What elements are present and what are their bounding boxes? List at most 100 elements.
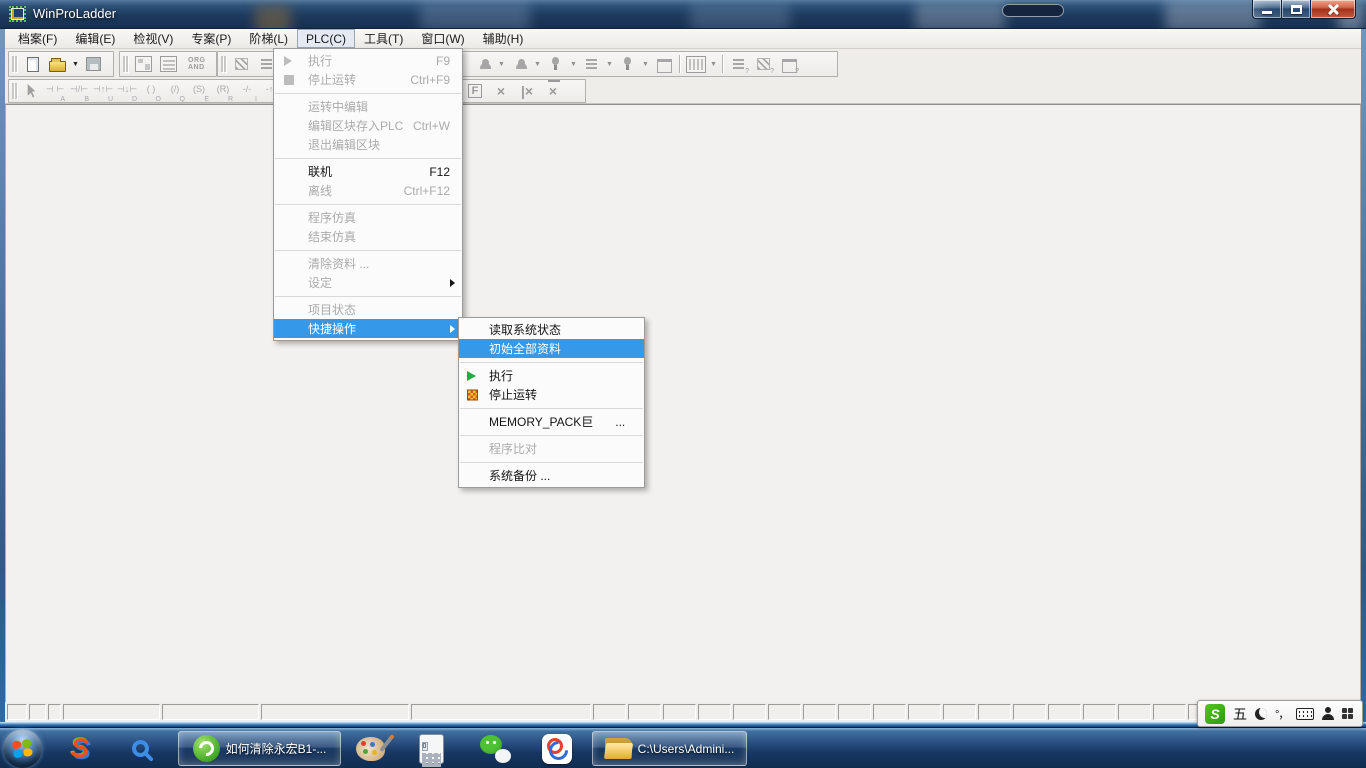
caret-down-icon[interactable]: ▼	[496, 61, 507, 68]
open-file-button[interactable]	[45, 53, 70, 75]
select-cursor-icon[interactable]	[26, 84, 37, 98]
contact-u-tool[interactable]: ⊣↑⊢U	[91, 81, 115, 101]
ime-account-icon[interactable]	[1322, 707, 1334, 720]
help-grid-button[interactable]: ?	[751, 53, 776, 75]
coil-reset-tool[interactable]: (R)R	[211, 81, 235, 101]
contact-b-tool[interactable]: ⊣/⊢B	[67, 81, 91, 101]
io-swap-button[interactable]	[229, 53, 254, 75]
menu-window[interactable]: 窗口(W)	[412, 29, 473, 48]
grid-view-button[interactable]	[156, 53, 181, 75]
delete-row-icon[interactable]: |×	[516, 81, 538, 101]
menu-project[interactable]: 专案(P)	[182, 29, 240, 48]
list-monitor-button[interactable]	[579, 53, 604, 75]
minimize-button[interactable]	[1252, 0, 1282, 19]
netdisk-icon	[542, 734, 572, 764]
menu-help[interactable]: 辅助(H)	[474, 29, 533, 48]
close-button[interactable]	[1310, 0, 1356, 19]
menu-item-quick-operations[interactable]: 快捷操作	[274, 319, 462, 338]
menu-file[interactable]: 档案(F)	[9, 29, 66, 48]
menu-item-simulation[interactable]: 程序仿真	[274, 208, 462, 227]
caret-down-icon[interactable]: ▼	[70, 61, 81, 68]
sogou-launcher-icon[interactable]: S	[60, 731, 100, 766]
window-controls	[1252, 0, 1356, 19]
winproladder-app-icon[interactable]	[9, 6, 26, 22]
submenu-item-memory-pack[interactable]: MEMORY_PACK巨...	[459, 412, 644, 431]
toolbar-grip[interactable]	[12, 56, 14, 72]
paint-launcher-icon[interactable]	[349, 731, 391, 766]
statusbar-cell	[593, 704, 626, 720]
lamp-monitor-button[interactable]	[543, 53, 568, 75]
toolbar-grip[interactable]	[123, 56, 125, 72]
sogou-ime-logo-icon[interactable]: S	[1205, 704, 1225, 724]
ladder-work-area[interactable]	[5, 104, 1361, 702]
punctuation-mode-icon[interactable]: °，	[1275, 706, 1288, 722]
lamp2-monitor-button[interactable]	[615, 53, 640, 75]
start-button[interactable]	[3, 729, 42, 768]
taskbar-button-explorer[interactable]: C:\Users\Admini...	[592, 731, 747, 766]
menu-item-online[interactable]: 联机F12	[274, 162, 462, 181]
menu-item-exit-edit-block[interactable]: 退出编辑区块	[274, 135, 462, 154]
netdisk-launcher-icon[interactable]	[536, 731, 578, 766]
instruction-mode-button[interactable]: ORG AND	[188, 57, 205, 71]
menu-item-project-status[interactable]: 项目状态	[274, 300, 462, 319]
menu-ladder[interactable]: 阶梯(L)	[240, 29, 297, 48]
new-file-button[interactable]	[20, 53, 45, 75]
contact-d-tool[interactable]: ⊣↓⊢D	[115, 81, 139, 101]
menu-item-run[interactable]: 执行F9	[274, 51, 462, 70]
contact-a-tool[interactable]: ⊣ ⊢A	[43, 81, 67, 101]
coil-set-tool[interactable]: (S)E	[187, 81, 211, 101]
search-launcher-icon[interactable]	[120, 731, 160, 766]
coil-q-tool[interactable]: (/)Q	[163, 81, 187, 101]
save-button[interactable]	[81, 53, 106, 75]
toolbar-grip[interactable]	[221, 56, 223, 72]
calculator-launcher-icon[interactable]: 0	[410, 731, 452, 766]
close-icon	[1327, 4, 1340, 15]
submenu-item-system-backup[interactable]: 系统备份 ...	[459, 466, 644, 485]
help-bars-button[interactable]: ?	[726, 53, 751, 75]
caret-down-icon[interactable]: ▼	[568, 61, 579, 68]
submenu-item-initialize-all-data[interactable]: 初始全部资料	[459, 339, 644, 358]
menu-edit[interactable]: 编辑(E)	[66, 29, 124, 48]
wechat-launcher-icon[interactable]	[475, 731, 517, 766]
help-contact-button[interactable]: ?	[776, 53, 801, 75]
ime-toolbox-icon[interactable]	[1342, 708, 1353, 719]
menu-item-stop[interactable]: 停止运转Ctrl+F9	[274, 70, 462, 89]
minimize-icon	[1262, 11, 1272, 14]
submenu-item-read-system-status[interactable]: 读取系统状态	[459, 320, 644, 339]
fullwidth-moon-icon[interactable]	[1255, 708, 1267, 720]
invert-tool[interactable]: -/-I	[235, 81, 259, 101]
calendar-button[interactable]	[651, 53, 676, 75]
menu-view[interactable]: 检视(V)	[124, 29, 182, 48]
delete-icon[interactable]: ×	[490, 81, 512, 101]
submenu-item-program-compare[interactable]: 程序比对	[459, 439, 644, 458]
menu-item-clear-data[interactable]: 清除资料 ...	[274, 254, 462, 273]
run-monitor-button[interactable]	[507, 53, 532, 75]
grid-edit-button[interactable]	[683, 53, 708, 75]
menu-item-save-block-to-plc[interactable]: 编辑区块存入PLCCtrl+W	[274, 116, 462, 135]
menu-item-offline[interactable]: 离线Ctrl+F12	[274, 181, 462, 200]
coil-o-tool[interactable]: ( )O	[139, 81, 163, 101]
toolbar-grip[interactable]	[12, 83, 14, 99]
network-view-button[interactable]	[131, 53, 156, 75]
caret-down-icon[interactable]: ▼	[532, 61, 543, 68]
taskbar-button-browser[interactable]: 如何清除永宏B1-...	[178, 731, 341, 766]
menu-item-end-simulation[interactable]: 结束仿真	[274, 227, 462, 246]
caret-down-icon[interactable]: ▼	[604, 61, 615, 68]
statusbar	[5, 702, 1361, 722]
menu-plc[interactable]: PLC(C)	[297, 29, 355, 48]
insert-function-icon[interactable]: F	[464, 81, 486, 101]
status-monitor-button[interactable]	[471, 53, 496, 75]
glass-reflection	[420, 2, 530, 29]
save-icon	[86, 57, 101, 71]
ime-mode-indicator[interactable]: 五	[1233, 704, 1247, 724]
menu-tools[interactable]: 工具(T)	[355, 29, 412, 48]
caret-down-icon[interactable]: ▼	[708, 61, 719, 68]
submenu-item-stop[interactable]: 停止运转	[459, 385, 644, 404]
submenu-item-run[interactable]: 执行	[459, 366, 644, 385]
menu-item-online-edit[interactable]: 运转中编辑	[274, 97, 462, 116]
caret-down-icon[interactable]: ▼	[640, 61, 651, 68]
maximize-button[interactable]	[1282, 0, 1310, 19]
menu-item-setting[interactable]: 设定	[274, 273, 462, 292]
delete-all-icon[interactable]: ×	[542, 81, 564, 101]
soft-keyboard-icon[interactable]	[1296, 708, 1314, 720]
